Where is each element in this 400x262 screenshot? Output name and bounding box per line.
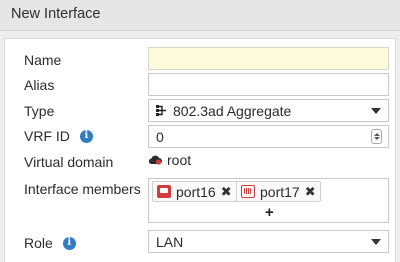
info-icon[interactable]: i	[79, 129, 93, 143]
add-member-button[interactable]: +	[265, 204, 274, 221]
vrf-id-value: 0	[156, 128, 164, 145]
alias-input[interactable]	[148, 73, 389, 96]
port-icon	[241, 185, 255, 198]
role-value: LAN	[156, 233, 184, 250]
type-value: 802.3ad Aggregate	[173, 102, 292, 119]
dialog-header: New Interface	[0, 0, 400, 31]
form-panel: Name Alias Type 802.3ad Aggregate VRF ID…	[4, 38, 396, 262]
member-chip-port16[interactable]: port16 ✖	[152, 181, 237, 202]
role-label: Role i	[24, 235, 76, 251]
alias-label: Alias	[24, 77, 55, 93]
name-input[interactable]	[148, 47, 389, 70]
vrf-id-label: VRF ID i	[24, 128, 93, 144]
port-icon	[157, 185, 171, 198]
vdom-cloud-icon	[148, 155, 162, 165]
role-select[interactable]: LAN	[148, 230, 389, 253]
remove-icon[interactable]: ✖	[221, 185, 232, 198]
interface-members-field[interactable]: port16 ✖ port17 ✖ +	[148, 178, 389, 223]
member-chip-port17[interactable]: port17 ✖	[236, 181, 321, 202]
number-stepper-icon[interactable]	[371, 129, 382, 144]
virtual-domain-label: Virtual domain	[24, 154, 114, 170]
aggregate-icon	[156, 105, 166, 116]
name-label: Name	[24, 52, 62, 68]
dialog-title: New Interface	[11, 6, 101, 22]
info-icon[interactable]: i	[62, 236, 76, 250]
interface-members-label: Interface members	[24, 181, 141, 197]
type-select[interactable]: 802.3ad Aggregate	[148, 99, 389, 122]
virtual-domain-value: root	[148, 152, 191, 168]
vrf-id-input[interactable]: 0	[148, 125, 389, 148]
chevron-down-icon	[371, 239, 381, 245]
remove-icon[interactable]: ✖	[305, 185, 316, 198]
type-label: Type	[24, 103, 55, 119]
chevron-down-icon	[371, 108, 381, 114]
stepper-down-icon[interactable]	[373, 137, 380, 141]
stepper-up-icon[interactable]	[373, 132, 380, 136]
